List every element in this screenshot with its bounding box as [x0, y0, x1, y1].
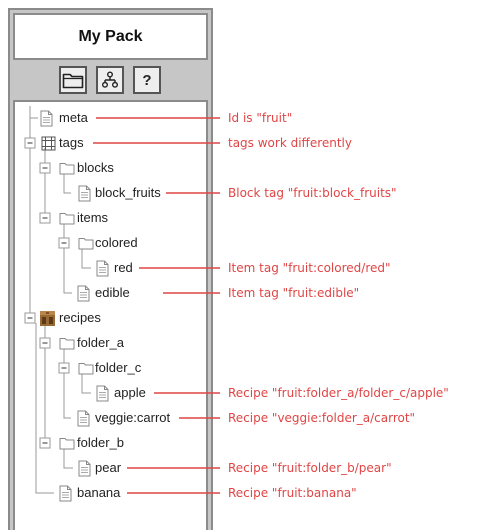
file-icon	[77, 410, 90, 427]
folder-icon	[78, 238, 94, 250]
file-icon	[78, 460, 91, 477]
file-icon	[78, 185, 91, 202]
tree-item-folder-c[interactable]: folder_c	[95, 360, 141, 376]
file-icon	[40, 110, 53, 127]
tree-item-edible[interactable]: edible	[95, 285, 130, 301]
tree-item-blocks[interactable]: blocks	[77, 160, 114, 176]
folder-icon	[59, 438, 75, 450]
collapse-blocks-toggle[interactable]	[39, 162, 51, 174]
folder-icon	[78, 363, 94, 375]
annotation-block-fruits: Block tag "fruit:block_fruits"	[228, 186, 397, 200]
collapse-folder-a-toggle[interactable]	[39, 337, 51, 349]
tree-item-banana[interactable]: banana	[77, 485, 120, 501]
annotation-banana: Recipe "fruit:banana"	[228, 486, 357, 500]
recipes-icon	[40, 311, 55, 326]
tree-item-pear[interactable]: pear	[95, 460, 121, 476]
tree-item-folder-b[interactable]: folder_b	[77, 435, 124, 451]
file-icon	[96, 260, 109, 277]
folder-icon	[59, 213, 75, 225]
annotation-apple: Recipe "fruit:folder_a/folder_c/apple"	[228, 386, 449, 400]
annotation-red: Item tag "fruit:colored/red"	[228, 261, 391, 275]
tree-item-apple[interactable]: apple	[114, 385, 146, 401]
collapse-items-toggle[interactable]	[39, 212, 51, 224]
file-icon	[59, 485, 72, 502]
file-icon	[77, 285, 90, 302]
folder-icon	[59, 338, 75, 350]
annotation-pear: Recipe "fruit:folder_b/pear"	[228, 461, 392, 475]
collapse-folder-c-toggle[interactable]	[58, 362, 70, 374]
collapse-recipes-toggle[interactable]	[24, 312, 36, 324]
tree-item-folder-a[interactable]: folder_a	[77, 335, 124, 351]
tree-item-recipes[interactable]: recipes	[59, 310, 101, 326]
tags-icon	[41, 136, 56, 151]
folder-icon	[59, 163, 75, 175]
annotation-meta: Id is "fruit"	[228, 111, 293, 125]
collapse-colored-toggle[interactable]	[58, 237, 70, 249]
tree-item-veggie-carrot[interactable]: veggie:carrot	[95, 410, 170, 426]
collapse-folder-b-toggle[interactable]	[39, 437, 51, 449]
annotation-tags: tags work differently	[228, 136, 352, 150]
annotation-veggie-carrot: Recipe "veggie:folder_a/carrot"	[228, 411, 416, 425]
annotation-edible: Item tag "fruit:edible"	[228, 286, 360, 300]
tree-item-colored[interactable]: colored	[95, 235, 138, 251]
file-icon	[96, 385, 109, 402]
tree-item-block-fruits[interactable]: block_fruits	[95, 185, 161, 201]
tree-item-red[interactable]: red	[114, 260, 133, 276]
tree-item-items[interactable]: items	[77, 210, 108, 226]
tree-item-meta[interactable]: meta	[59, 110, 88, 126]
tree-item-tags[interactable]: tags	[59, 135, 84, 151]
collapse-tags-toggle[interactable]	[24, 137, 36, 149]
